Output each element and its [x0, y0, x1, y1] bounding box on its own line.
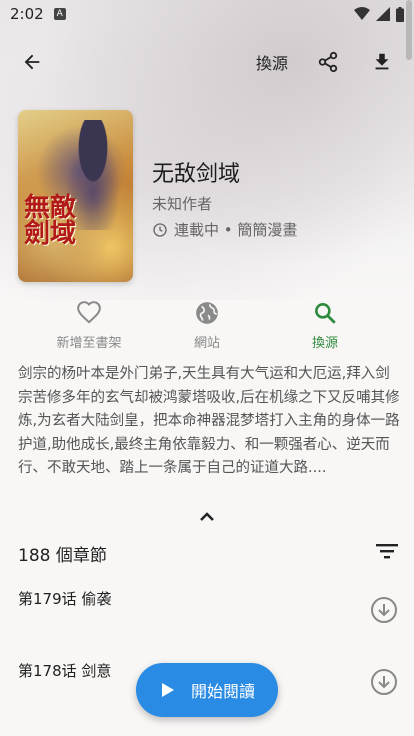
- collapse-description-button[interactable]: [195, 508, 219, 526]
- switch-source-action[interactable]: 換源: [270, 300, 380, 352]
- filter-button[interactable]: [376, 542, 398, 564]
- chapter-title: 第178话 剑意: [18, 662, 112, 680]
- status-icons: [354, 6, 404, 22]
- heart-outline-icon: [77, 301, 101, 324]
- manga-title: 无敌剑域: [152, 162, 241, 187]
- wifi-icon: [354, 7, 370, 20]
- download-button[interactable]: [362, 42, 402, 82]
- chapters-count: 188 個章節: [18, 545, 107, 566]
- website-button[interactable]: 網站: [152, 300, 262, 352]
- cover-image[interactable]: 無敵 劍域: [18, 110, 133, 282]
- add-to-library-label: 新增至書架: [56, 336, 122, 351]
- chapters-header: 188 個章節: [18, 540, 398, 566]
- cover-title-art: 無敵 劍域: [24, 193, 77, 249]
- chapter-title: 第179话 偷袭: [18, 590, 112, 608]
- battery-icon: [396, 6, 404, 22]
- search-icon: [315, 303, 336, 324]
- manga-description[interactable]: 剑宗的杨叶本是外门弟子,天生具有大气运和大厄运,拜入剑宗苦修多年的玄气却被鸿蒙塔…: [18, 363, 400, 481]
- status-bar: 2:02 A: [0, 0, 414, 28]
- manga-status-text: 連載中 • 簡簡漫畫: [174, 221, 298, 239]
- share-icon: [318, 51, 338, 73]
- add-to-library-button[interactable]: 新增至書架: [34, 300, 144, 352]
- action-row: 新增至書架 網站 換源: [0, 300, 414, 352]
- download-circle-icon: [371, 597, 397, 623]
- share-button[interactable]: [308, 42, 348, 82]
- filter-icon: [376, 544, 398, 559]
- start-reading-label: 開始閱讀: [190, 682, 255, 701]
- chapter-download-button[interactable]: [370, 596, 398, 624]
- app-bar: 換源: [0, 40, 414, 84]
- signal-icon: [376, 7, 390, 21]
- chevron-up-icon: [200, 512, 214, 521]
- switch-source-label: 換源: [311, 336, 338, 351]
- manga-author[interactable]: 未知作者: [152, 193, 212, 214]
- website-label: 網站: [193, 336, 220, 351]
- back-button[interactable]: [12, 42, 52, 82]
- play-icon: [161, 683, 174, 697]
- download-circle-icon: [371, 669, 397, 695]
- clock-icon: [153, 222, 167, 237]
- chapter-download-button[interactable]: [370, 668, 398, 696]
- start-reading-button[interactable]: 開始閱讀: [136, 663, 278, 717]
- status-time: 2:02: [10, 5, 44, 23]
- notification-icon: A: [53, 8, 66, 20]
- manga-status: 連載中 • 簡簡漫畫: [152, 219, 297, 240]
- download-icon: [375, 53, 389, 70]
- globe-icon: [196, 302, 218, 324]
- chapter-row[interactable]: 第179话 偷袭: [0, 588, 414, 644]
- arrow-back-icon: [24, 54, 40, 70]
- switch-source-button[interactable]: 換源: [256, 50, 288, 74]
